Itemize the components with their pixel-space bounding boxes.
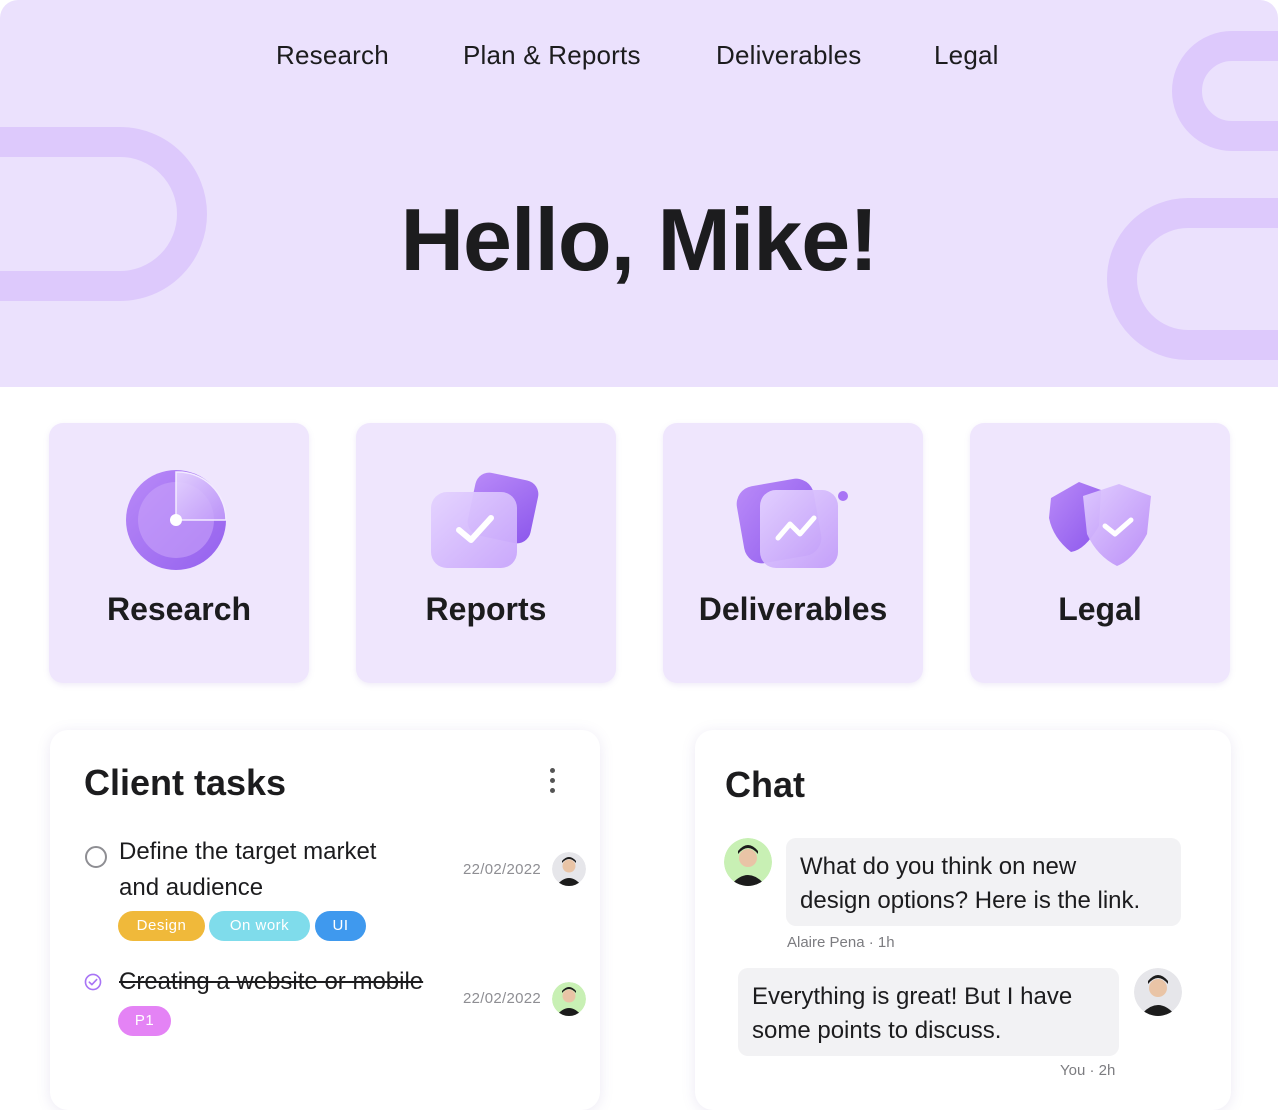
- chat-message-line2: design options? Here is the link.: [800, 887, 1141, 914]
- shield-check-icon: [1049, 482, 1151, 566]
- task-title-line1: Define the target market: [119, 838, 377, 865]
- category-card-reports[interactable]: Reports: [356, 423, 616, 683]
- avatar: [724, 838, 772, 886]
- hero-banner: Research Plan & Reports Deliverables Leg…: [0, 0, 1278, 387]
- chat-message-meta: You · 2h: [1060, 1062, 1116, 1079]
- chat-panel: Chat What do you think on new design opt…: [695, 730, 1231, 1110]
- client-tasks-title: Client tasks: [84, 762, 287, 803]
- avatar: [1134, 968, 1182, 1016]
- nav-research[interactable]: Research: [276, 40, 389, 71]
- category-label: Legal: [1058, 591, 1142, 627]
- top-navigation: Research Plan & Reports Deliverables Leg…: [0, 40, 1278, 74]
- chat-message-line1: What do you think on new: [800, 853, 1077, 880]
- category-label: Research: [106, 591, 252, 627]
- category-card-legal[interactable]: Legal: [970, 423, 1230, 683]
- chat-title: Chat: [725, 764, 805, 805]
- category-label: Reports: [425, 591, 547, 627]
- task-date: 22/02/2022: [463, 861, 542, 878]
- tag-design[interactable]: Design: [118, 911, 205, 941]
- checkmark-card-icon: [431, 472, 539, 568]
- category-card-deliverables[interactable]: Deliverables: [663, 423, 923, 683]
- trend-chart-icon: [736, 478, 848, 568]
- category-label: Deliverables: [698, 591, 888, 627]
- task-status-open-icon[interactable]: [85, 846, 107, 868]
- avatar: [552, 852, 586, 886]
- nav-legal[interactable]: Legal: [934, 40, 999, 71]
- nav-plan-reports[interactable]: Plan & Reports: [463, 40, 641, 71]
- chat-message-line1: Everything is great! But I have: [752, 983, 1073, 1010]
- task-status-done-icon[interactable]: [84, 973, 102, 991]
- chat-message-bubble: Everything is great! But I have some poi…: [738, 968, 1119, 1056]
- client-tasks-panel: Client tasks Define the target market an…: [50, 730, 600, 1110]
- nav-deliverables[interactable]: Deliverables: [716, 40, 861, 71]
- chat-message-meta: Alaire Pena · 1h: [787, 934, 895, 951]
- greeting-heading: Hello, Mike!: [400, 190, 879, 289]
- more-options-icon[interactable]: [542, 764, 562, 800]
- category-card-research[interactable]: Research: [49, 423, 309, 683]
- task-date: 22/02/2022: [463, 990, 542, 1007]
- avatar: [552, 982, 586, 1016]
- chat-message-bubble: What do you think on new design options?…: [786, 838, 1181, 926]
- tag-on-work[interactable]: On work: [209, 911, 310, 941]
- task-title-line2: and audience: [119, 874, 264, 901]
- task-title-completed: Creating a website or mobile: [119, 968, 424, 995]
- pie-chart-icon: [126, 470, 227, 570]
- tag-ui[interactable]: UI: [315, 911, 366, 941]
- tag-p1[interactable]: P1: [118, 1006, 171, 1036]
- chat-message-line2: some points to discuss.: [752, 1017, 1002, 1044]
